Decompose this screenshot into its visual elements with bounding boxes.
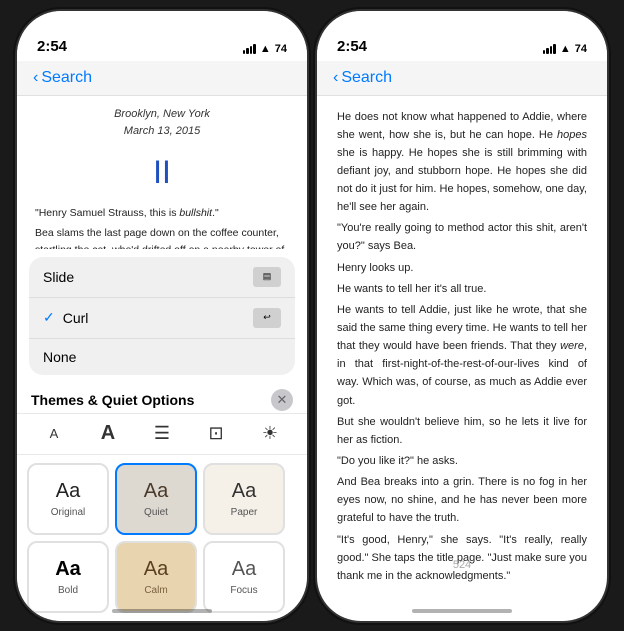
nav-bar-left[interactable]: ‹ Search [17,61,307,96]
theme-paper[interactable]: Aa Paper [203,463,285,535]
para-1: He does not know what happened to Addie,… [337,108,587,217]
theme-quiet-name: Quiet [144,507,168,518]
themes-title: Themes & Quiet Options [31,392,194,408]
format-icon: ☰ [154,423,170,444]
transition-menu: Slide ▤ ✓ Curl ↩ None [29,257,295,375]
bottom-panel: Slide ▤ ✓ Curl ↩ None Themes & Quiet Opt… [17,249,307,621]
font-large-icon: A [101,422,115,445]
font-decrease-button[interactable]: A [34,418,74,450]
theme-original-aa: Aa [56,480,80,503]
back-button-left[interactable]: ‹ Search [33,69,92,87]
status-icons-left: ▲ 74 [243,43,287,55]
chevron-left-icon: ‹ [33,69,38,87]
phones-container: 2:54 ▲ 74 ‹ Search Brooklyn, Ne [17,11,607,621]
theme-quiet-aa: Aa [144,480,168,503]
battery-left: 74 [275,43,287,55]
wifi-icon-right: ▲ [560,43,571,55]
home-indicator-left [112,609,212,613]
page-layout-icon: ⊡ [208,423,223,444]
page-layout-button[interactable]: ⊡ [196,418,236,450]
page-number: 524 [453,559,471,571]
para-7: "Do you like it?" he asks. [337,452,587,470]
para-8: And Bea breaks into a grin. There is no … [337,473,587,527]
none-label: None [43,349,281,365]
theme-bold-name: Bold [58,585,78,596]
back-button-right[interactable]: ‹ Search [333,69,392,87]
reading-content: He does not know what happened to Addie,… [317,96,607,586]
brightness-button[interactable]: ☀ [250,418,290,450]
time-right: 2:54 [337,38,367,55]
back-label-right: Search [341,69,392,87]
para-2: "You're really going to method actor thi… [337,219,587,255]
theme-paper-aa: Aa [232,480,256,503]
battery-right: 74 [575,43,587,55]
theme-focus-aa: Aa [232,558,256,581]
right-phone: 2:54 ▲ 74 ‹ Search He does not know what [317,11,607,621]
theme-quiet[interactable]: Aa Quiet [115,463,197,535]
transition-item-slide[interactable]: Slide ▤ [29,257,295,298]
font-increase-button[interactable]: A [88,418,128,450]
theme-focus[interactable]: Aa Focus [203,541,285,613]
chevron-left-icon-right: ‹ [333,69,338,87]
theme-cards-grid: Aa Original Aa Quiet Aa Paper Aa Bold [17,455,307,621]
format-button[interactable]: ☰ [142,418,182,450]
theme-calm-name: Calm [144,585,167,596]
signal-icon-right [543,44,556,54]
wifi-icon: ▲ [260,43,271,55]
close-button[interactable]: ✕ [271,389,293,411]
theme-bold[interactable]: Aa Bold [27,541,109,613]
para-6: But she wouldn't believe him, so he lets… [337,413,587,449]
transition-item-curl[interactable]: ✓ Curl ↩ [29,298,295,339]
status-icons-right: ▲ 74 [543,43,587,55]
status-bar-left: 2:54 ▲ 74 [17,11,307,61]
font-small-icon: A [50,426,59,441]
status-bar-right: 2:54 ▲ 74 [317,11,607,61]
signal-icon [243,44,256,54]
time-left: 2:54 [37,38,67,55]
para-3: Henry looks up. [337,259,587,277]
slide-icon: ▤ [253,267,281,287]
back-label-left: Search [41,69,92,87]
para-4: He wants to tell her it's all true. [337,280,587,298]
left-phone: 2:54 ▲ 74 ‹ Search Brooklyn, Ne [17,11,307,621]
brightness-icon: ☀ [262,423,278,444]
curl-label: Curl [63,310,253,326]
slide-label: Slide [43,269,253,285]
theme-original-name: Original [51,507,85,518]
theme-calm-aa: Aa [144,558,168,581]
transition-item-none[interactable]: None [29,339,295,375]
themes-header: Themes & Quiet Options ✕ [17,383,307,413]
chapter-number: II [35,148,289,198]
theme-bold-aa: Aa [55,558,81,581]
home-indicator-right [412,609,512,613]
toolbar-row: A A ☰ ⊡ ☀ [17,413,307,455]
curl-icon: ↩ [253,308,281,328]
theme-calm[interactable]: Aa Calm [115,541,197,613]
curl-checkmark: ✓ [43,309,55,326]
theme-focus-name: Focus [230,585,257,596]
theme-original[interactable]: Aa Original [27,463,109,535]
para-5: He wants to tell Addie, just like he wro… [337,301,587,410]
theme-paper-name: Paper [231,507,258,518]
book-header: Brooklyn, New YorkMarch 13, 2015 [35,106,289,140]
nav-bar-right[interactable]: ‹ Search [317,61,607,96]
